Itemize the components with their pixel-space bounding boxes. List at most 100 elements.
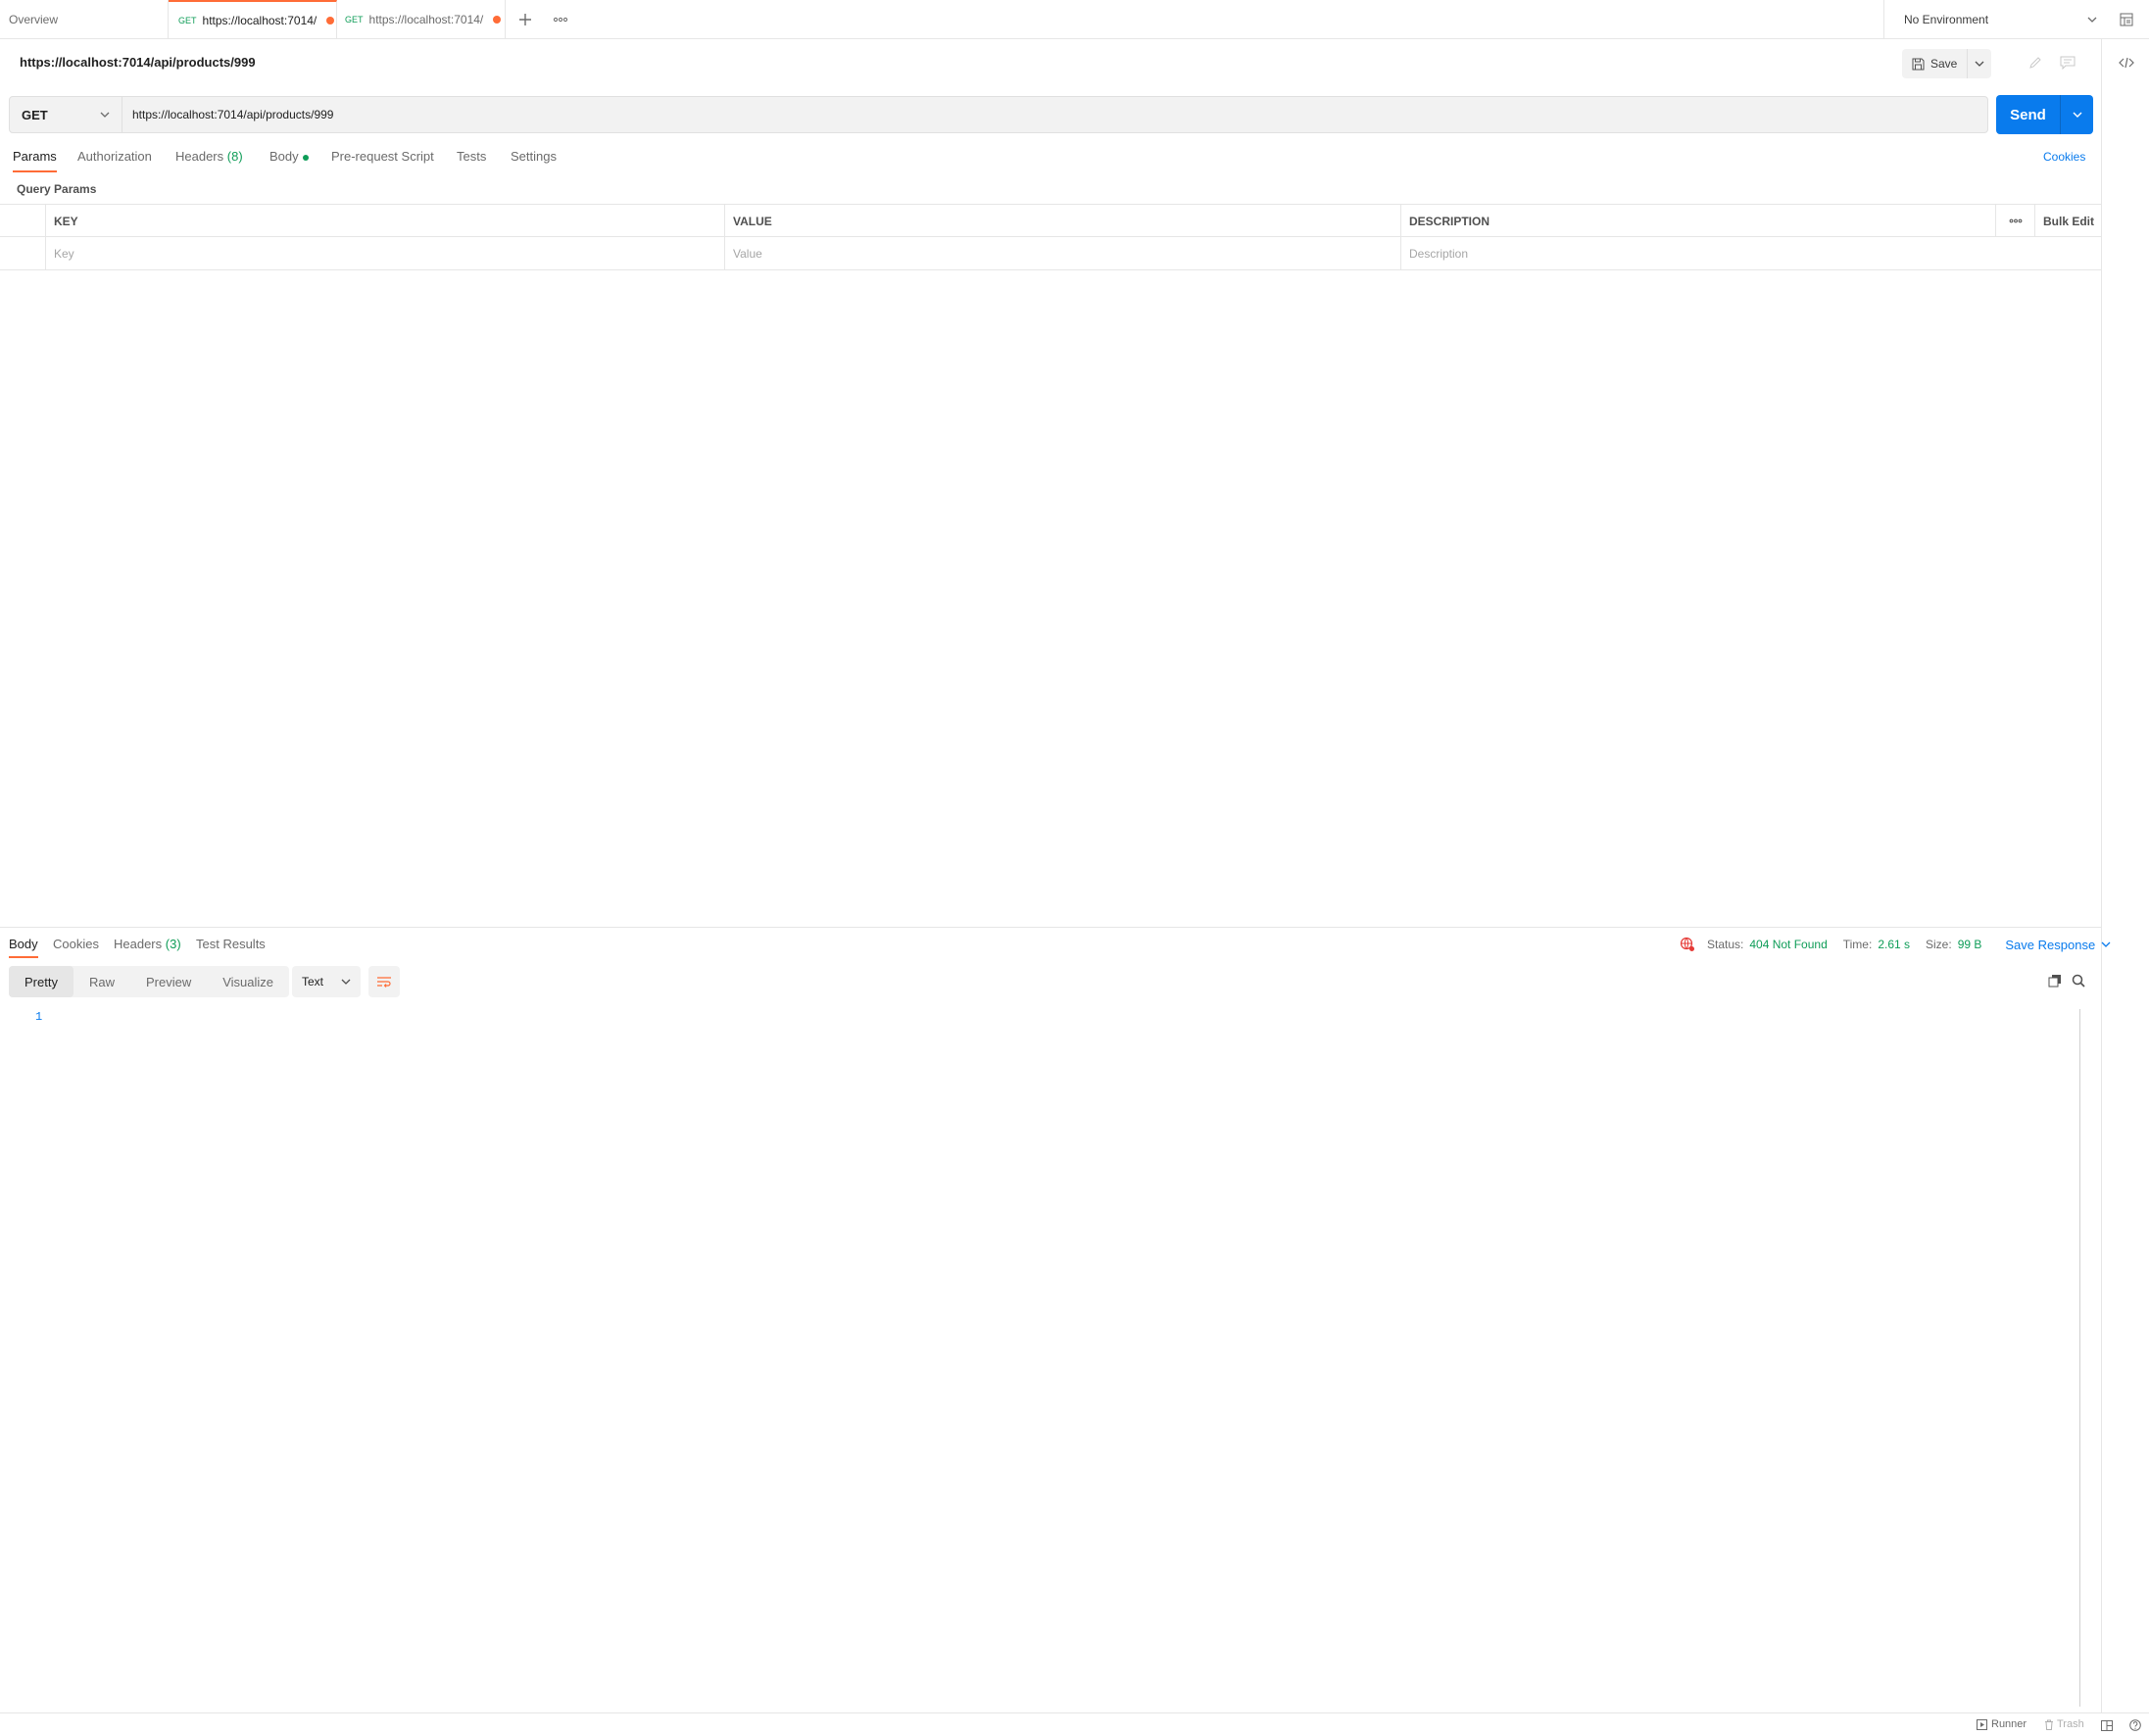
copy-icon[interactable] (2044, 970, 2066, 991)
response-format-select[interactable]: Text (292, 966, 361, 997)
tab-prerequest-label: Pre-request Script (331, 149, 434, 164)
tab-body[interactable]: Body (269, 149, 309, 172)
environment-label: No Environment (1904, 13, 1989, 26)
tab-headers-label: Headers (175, 149, 224, 164)
param-description-input[interactable]: Description (1400, 237, 2101, 269)
view-visualize-button[interactable]: Visualize (207, 966, 289, 997)
response-tab-headers[interactable]: Headers (3) (114, 937, 181, 958)
tab-params-label: Params (13, 149, 57, 164)
chevron-down-icon (1975, 61, 1984, 67)
save-group: Save (1902, 49, 1992, 78)
more-tabs-icon[interactable] (551, 10, 570, 29)
tab-method: GET (345, 15, 364, 24)
view-raw-button[interactable]: Raw (73, 966, 130, 997)
trash-icon (2045, 1719, 2053, 1730)
column-options-button[interactable] (1995, 205, 2034, 237)
save-dropdown-button[interactable] (1968, 49, 1991, 78)
view-pretty-button[interactable]: Pretty (9, 966, 73, 997)
view-preview-button[interactable]: Preview (130, 966, 207, 997)
save-icon (1912, 58, 1925, 70)
environment-quick-look-icon[interactable] (2117, 10, 2136, 29)
response-format-label: Text (302, 975, 324, 989)
send-group: Send (1996, 95, 2093, 134)
method-select[interactable]: GET (9, 96, 122, 133)
time-label: Time: (1842, 938, 1873, 951)
comment-icon[interactable] (2057, 52, 2078, 73)
edit-pencil-icon[interactable] (2025, 52, 2046, 73)
time-value[interactable]: 2.61 s (1878, 938, 1910, 951)
chevron-down-icon (2101, 941, 2111, 947)
save-button[interactable]: Save (1902, 49, 1969, 78)
tab-settings-label: Settings (511, 149, 557, 164)
tab-label: https://localhost:7014/ (368, 13, 484, 26)
param-value-input[interactable]: Value (724, 237, 1400, 269)
runner-icon (1977, 1718, 1987, 1730)
new-tab-plus-icon[interactable] (515, 10, 535, 29)
size-value[interactable]: 99 B (1958, 938, 1982, 951)
request-title: https://localhost:7014/api/products/999 (20, 55, 256, 70)
response-scrollbar[interactable] (2079, 1009, 2080, 1707)
tab-body-label: Body (269, 149, 299, 164)
tab-params[interactable]: Params (13, 149, 57, 172)
chevron-down-icon (2073, 112, 2081, 118)
url-input[interactable] (122, 96, 1988, 133)
wrap-lines-button[interactable] (368, 966, 400, 997)
value-column-header: VALUE (724, 205, 1400, 237)
tab-authorization-label: Authorization (77, 149, 152, 164)
tab-tests-label: Tests (457, 149, 487, 164)
params-input-row: Key Value Description (0, 237, 2101, 269)
tab-settings[interactable]: Settings (511, 149, 557, 172)
search-icon[interactable] (2068, 970, 2089, 991)
more-options-icon (2009, 218, 2022, 223)
headers-count: (8) (226, 149, 243, 164)
runner-button[interactable]: Runner (1977, 1718, 2027, 1730)
tab-headers[interactable]: Headers (8) (175, 149, 243, 172)
param-checkbox-cell (0, 237, 45, 269)
status-label: Status: (1707, 938, 1744, 951)
checkbox-column-header (0, 205, 45, 237)
request-tab-active[interactable]: GET https://localhost:7014/ (169, 0, 337, 39)
code-snippet-icon[interactable] (2116, 52, 2137, 73)
response-tab-cookies-label: Cookies (53, 937, 99, 951)
status-value[interactable]: 404 Not Found (1749, 938, 1827, 951)
response-divider[interactable] (0, 927, 2101, 928)
runner-label: Runner (1991, 1718, 2027, 1730)
chevron-down-icon (2087, 17, 2097, 23)
bulk-edit-button[interactable]: Bulk Edit (2034, 205, 2101, 237)
response-tab-cookies[interactable]: Cookies (53, 937, 99, 958)
method-label: GET (22, 107, 48, 122)
tab-authorization[interactable]: Authorization (77, 149, 152, 172)
network-globe-icon[interactable] (1680, 937, 1695, 952)
response-view-switcher: Pretty Raw Preview Visualize (9, 966, 290, 997)
tab-overview[interactable]: Overview (0, 0, 169, 39)
tab-prerequest-script[interactable]: Pre-request Script (331, 149, 434, 172)
response-tab-body[interactable]: Body (9, 937, 38, 958)
response-tab-body-label: Body (9, 937, 38, 951)
save-label: Save (1930, 57, 1958, 71)
trash-button[interactable]: Trash (2044, 1718, 2084, 1730)
send-button[interactable]: Send (1996, 95, 2061, 134)
save-response-label: Save Response (2005, 937, 2096, 952)
unsaved-dot-icon (326, 17, 335, 24)
help-icon[interactable] (2127, 1717, 2143, 1733)
response-tab-headers-label: Headers (114, 937, 163, 951)
cookies-link[interactable]: Cookies (2043, 150, 2085, 164)
param-key-input[interactable]: Key (45, 237, 724, 269)
trash-label: Trash (2057, 1718, 2084, 1730)
body-indicator-dot-icon (302, 154, 309, 161)
key-column-header: KEY (45, 205, 724, 237)
tab-bar: Overview GET https://localhost:7014/ GET… (0, 0, 2149, 39)
description-column-header: DESCRIPTION (1400, 205, 1995, 237)
send-dropdown-button[interactable] (2061, 95, 2093, 134)
request-tab[interactable]: GET https://localhost:7014/ (337, 0, 506, 39)
environment-select[interactable]: No Environment (1883, 0, 2109, 39)
chevron-down-icon (100, 112, 110, 118)
tab-tests[interactable]: Tests (457, 149, 486, 172)
status-bar: Runner Trash (0, 1712, 2149, 1736)
query-params-label: Query Params (17, 182, 97, 196)
save-response-button[interactable]: Save Response (2005, 938, 2111, 952)
tab-method: GET (178, 16, 197, 25)
two-pane-layout-icon[interactable] (2099, 1717, 2115, 1733)
response-status-area: Status: 404 Not Found Time: 2.61 s Size:… (1680, 937, 2111, 952)
response-tab-test-results[interactable]: Test Results (196, 937, 266, 958)
